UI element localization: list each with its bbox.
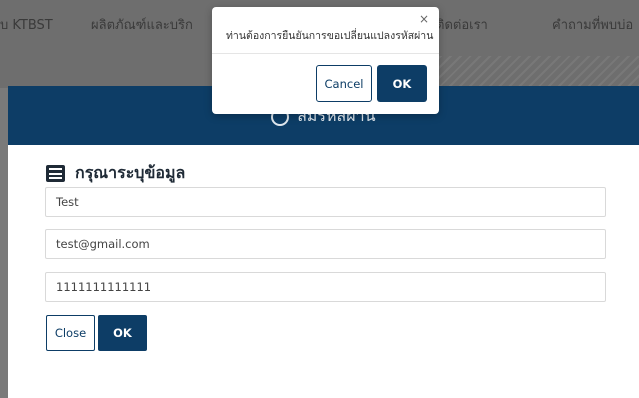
nav-item-about[interactable]: ับ KTBST xyxy=(0,14,53,35)
email-field[interactable]: test@gmail.com xyxy=(45,229,606,259)
close-icon[interactable]: × xyxy=(419,12,429,26)
ok-button[interactable]: OK xyxy=(98,315,147,351)
confirm-dialog: ท่านต้องการยืนยันการขอเปลี่ยนแปลงรหัสผ่า… xyxy=(212,7,439,114)
dialog-divider xyxy=(212,53,439,54)
confirm-message: ท่านต้องการยืนยันการขอเปลี่ยนแปลงรหัสผ่า… xyxy=(226,30,434,42)
nav-item-faq[interactable]: คำถามที่พบบ่อ xyxy=(552,14,633,35)
cancel-button[interactable]: Cancel xyxy=(316,65,372,102)
list-icon xyxy=(46,165,65,182)
nav-item-contact[interactable]: ติดต่อเรา xyxy=(436,14,488,35)
confirm-ok-button[interactable]: OK xyxy=(377,65,427,102)
screen: ับ KTBST ผลิตภัณฑ์และบริก ติดต่อเรา คำถา… xyxy=(0,0,639,398)
nav-item-products[interactable]: ผลิตภัณฑ์และบริก xyxy=(91,14,193,35)
section-title: กรุณาระบุข้อมูล xyxy=(46,161,185,186)
name-field[interactable]: Test xyxy=(45,187,606,217)
section-title-text: กรุณาระบุข้อมูล xyxy=(75,163,186,182)
close-button[interactable]: Close xyxy=(46,315,95,351)
id-number-field[interactable]: 1111111111111 xyxy=(45,272,606,302)
